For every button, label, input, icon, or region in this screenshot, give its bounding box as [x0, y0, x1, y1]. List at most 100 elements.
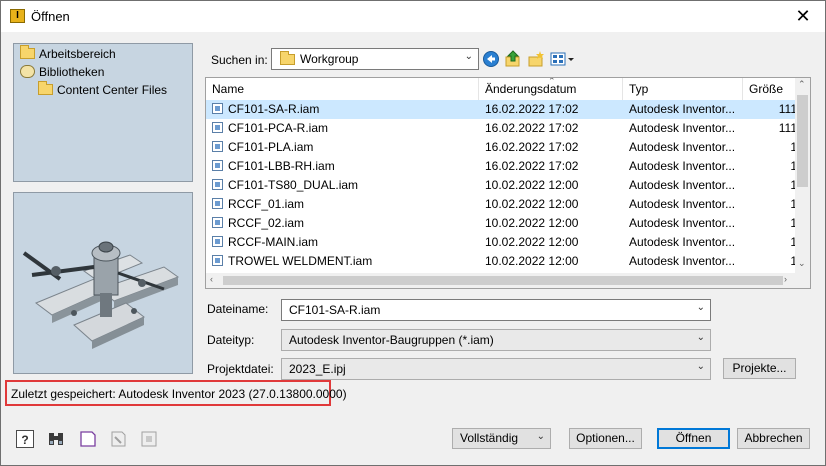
filetype-label: Dateityp: — [207, 333, 255, 347]
table-row[interactable]: CF101-LBB-RH.iam 16.02.2022 17:02 Autodesk… — [206, 157, 797, 176]
filename-value: CF101-SA-R.iam — [289, 303, 381, 317]
cell-text: 10.02.2022 12:00 — [485, 254, 579, 268]
look-in-label: Suchen in: — [211, 53, 268, 67]
cell-date: 10.02.2022 12:00 — [485, 195, 625, 214]
cancel-button[interactable]: Abbrechen — [737, 428, 810, 449]
scroll-left-icon[interactable]: ‹ — [210, 274, 213, 284]
cell-text: 10.02.2022 12:00 — [485, 178, 579, 192]
file-list-header: Name Änderungsdatum ⌃ Typ Größe — [206, 78, 796, 101]
view-menu-icon[interactable] — [550, 50, 576, 68]
cell-name: CF101-TS80_DUAL.iam — [212, 176, 477, 195]
cell-type: Autodesk Inventor... — [629, 119, 741, 138]
table-row[interactable]: CF101-PCA-R.iam 16.02.2022 17:02 Autodesk … — [206, 119, 797, 138]
table-row[interactable]: TROWEL WELDMENT.iam 10.02.2022 12:00 Autod… — [206, 252, 797, 271]
sidebar-item-arbeitsbereich[interactable]: Arbeitsbereich — [20, 45, 116, 63]
up-folder-icon[interactable] — [504, 50, 522, 68]
horizontal-scrollbar[interactable]: ‹ › — [206, 273, 810, 288]
cell-type: Autodesk Inventor... — [629, 252, 741, 271]
assembly-file-icon — [212, 141, 223, 152]
assembly-file-icon — [212, 160, 223, 171]
cell-size: 111 — [749, 100, 797, 119]
filetype-select[interactable]: Autodesk Inventor-Baugruppen (*.iam) ⌄ — [281, 329, 711, 351]
cell-text: Autodesk Inventor... — [629, 140, 736, 154]
vertical-scroll-thumb[interactable] — [797, 95, 808, 187]
table-row[interactable]: CF101-SA-R.iam 16.02.2022 17:02 Autodesk I… — [206, 100, 797, 119]
cell-date: 10.02.2022 12:00 — [485, 176, 625, 195]
look-in-combo[interactable]: Workgroup ⌄ — [271, 48, 479, 70]
project-select[interactable]: 2023_E.ipj ⌄ — [281, 358, 711, 380]
assembly-file-icon — [212, 236, 223, 247]
find-binoculars-icon[interactable] — [46, 429, 66, 449]
library-icon — [20, 65, 35, 78]
sidebar-item-label: Content Center Files — [57, 83, 168, 97]
options-button[interactable]: Optionen... — [569, 428, 642, 449]
cell-text: 10.02.2022 12:00 — [485, 235, 579, 249]
cell-text: Autodesk Inventor... — [629, 121, 736, 135]
close-icon[interactable]: ✕ — [781, 1, 825, 32]
cell-size: 1 — [749, 233, 797, 252]
sidebar-item-content-center[interactable]: Content Center Files — [38, 81, 167, 99]
open-button[interactable]: Öffnen — [657, 428, 730, 449]
look-in-value: Workgroup — [300, 52, 359, 66]
scroll-right-icon[interactable]: › — [784, 274, 787, 284]
column-header-type[interactable]: Typ — [623, 78, 743, 100]
cell-name: RCCF_01.iam — [212, 195, 477, 214]
cell-size: 1 — [749, 214, 797, 233]
cell-name: CF101-PCA-R.iam — [212, 119, 477, 138]
sidebar-item-label: Arbeitsbereich — [39, 47, 116, 61]
scroll-up-icon[interactable]: ⌃ — [798, 79, 806, 90]
cell-text: Autodesk Inventor... — [629, 254, 736, 268]
cell-text: 16.02.2022 17:02 — [485, 102, 579, 116]
vertical-scrollbar[interactable]: ⌃ ⌄ — [795, 78, 810, 274]
table-row[interactable]: CF101-PLA.iam 16.02.2022 17:02 Autodesk In… — [206, 138, 797, 157]
title-bar: I Öffnen ✕ — [1, 1, 825, 32]
options-doc-icon[interactable] — [78, 429, 98, 449]
load-mode-select[interactable]: Vollständig ⌄ — [452, 428, 551, 449]
cell-type: Autodesk Inventor... — [629, 157, 741, 176]
chevron-down-icon: ⌄ — [696, 332, 705, 343]
folder-icon — [20, 45, 35, 59]
filetype-value: Autodesk Inventor-Baugruppen (*.iam) — [289, 333, 494, 347]
cell-date: 16.02.2022 17:02 — [485, 138, 625, 157]
table-row[interactable]: CF101-TS80_DUAL.iam 10.02.2022 12:00 Autod… — [206, 176, 797, 195]
scroll-down-icon[interactable]: ⌄ — [798, 258, 806, 269]
location-pane: Arbeitsbereich Bibliotheken Content Cent… — [13, 43, 193, 182]
folder-icon — [280, 51, 295, 65]
cell-size: 1 — [749, 176, 797, 195]
chevron-down-icon[interactable]: ⌄ — [697, 302, 705, 313]
new-folder-icon[interactable] — [527, 50, 545, 68]
cell-date: 16.02.2022 17:02 — [485, 100, 625, 119]
assembly-file-icon — [212, 179, 223, 190]
table-row[interactable]: RCCF_02.iam 10.02.2022 12:00 Autodesk Inve… — [206, 214, 797, 233]
project-value: 2023_E.ipj — [289, 362, 346, 376]
table-row[interactable]: RCCF-MAIN.iam 10.02.2022 12:00 Autodesk In… — [206, 233, 797, 252]
chevron-down-icon: ⌄ — [696, 361, 705, 372]
column-header-name[interactable]: Name — [206, 78, 479, 100]
cell-text: 16.02.2022 17:02 — [485, 121, 579, 135]
cell-size: 1 — [749, 195, 797, 214]
cell-size: 1 — [749, 157, 797, 176]
assembly-file-icon — [212, 122, 223, 133]
chevron-down-icon: ⌄ — [536, 431, 545, 442]
cell-type: Autodesk Inventor... — [629, 233, 741, 252]
cell-size: 1 — [749, 138, 797, 157]
back-icon[interactable] — [482, 50, 500, 68]
table-row[interactable]: RCCF_01.iam 10.02.2022 12:00 Autodesk Inve… — [206, 195, 797, 214]
assembly-file-icon — [212, 255, 223, 266]
filename-input[interactable]: CF101-SA-R.iam ⌄ — [281, 299, 711, 321]
cell-text: Autodesk Inventor... — [629, 235, 736, 249]
assembly-preview-image — [22, 241, 180, 349]
cell-date: 16.02.2022 17:02 — [485, 119, 625, 138]
help-icon[interactable]: ? — [15, 429, 35, 449]
cell-size: 1 — [749, 252, 797, 271]
filename-label: Dateiname: — [207, 302, 269, 316]
cell-date: 10.02.2022 12:00 — [485, 252, 625, 271]
cell-type: Autodesk Inventor... — [629, 176, 741, 195]
window-title: Öffnen — [31, 9, 70, 24]
horizontal-scroll-thumb[interactable] — [223, 276, 783, 285]
cell-name: TROWEL WELDMENT.iam — [212, 252, 477, 271]
projects-button[interactable]: Projekte... — [723, 358, 796, 379]
column-header-size[interactable]: Größe — [743, 78, 803, 100]
file-list[interactable]: Name Änderungsdatum ⌃ Typ Größe CF101-SA… — [205, 77, 811, 289]
sidebar-item-bibliotheken[interactable]: Bibliotheken — [20, 63, 104, 81]
